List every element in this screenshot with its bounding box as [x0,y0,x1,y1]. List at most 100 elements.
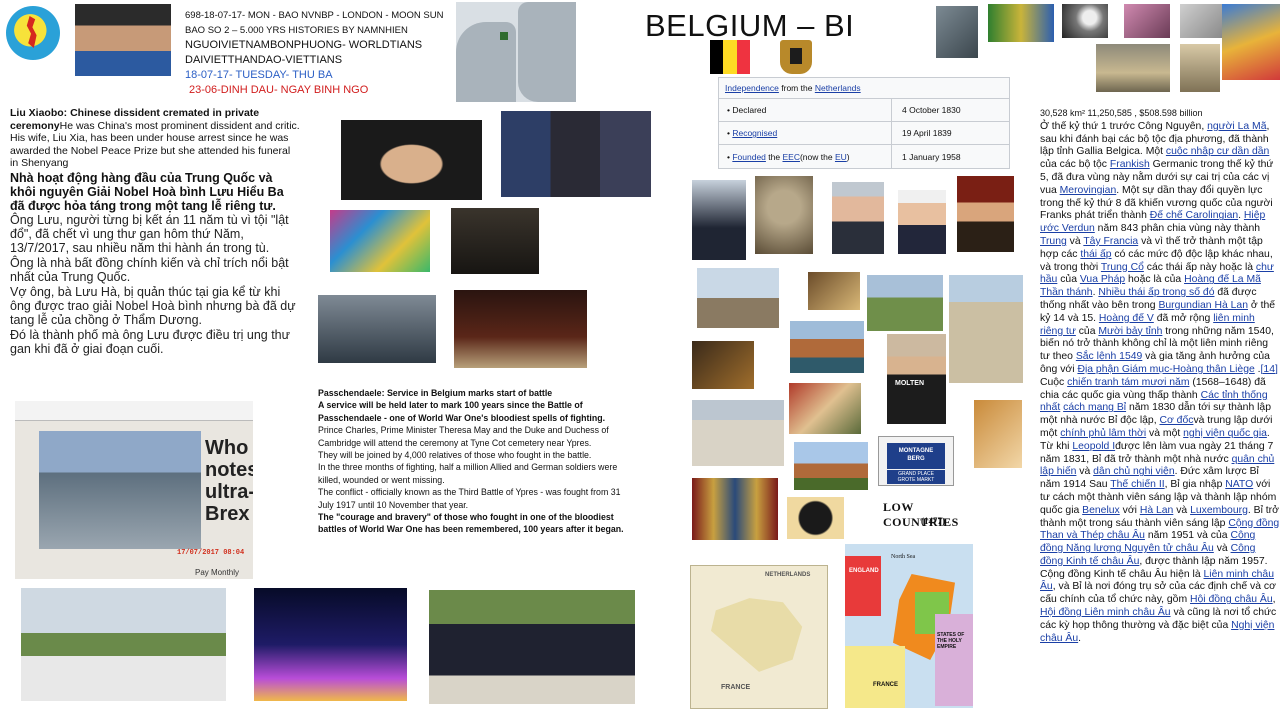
palace-photo [692,400,784,466]
wiki-link[interactable]: nghị viện quốc gia [1183,428,1267,439]
eu-link[interactable]: EU [835,152,847,162]
text-run: các thái ấp này hoặc là [1143,261,1256,273]
wiki-link[interactable]: Luxembourg [1190,505,1248,516]
liu-paragraph: His wife, Liu Xia, has been under house … [10,132,291,169]
cloth-hall-night-photo [254,588,407,701]
wiki-link[interactable]: Hoàng đế V [1099,313,1154,324]
sky-thumb [1062,4,1108,38]
wiki-link[interactable]: [14] [1261,364,1278,375]
text-run: hoặc là của [1125,274,1185,286]
eec-link[interactable]: EEC [782,152,799,162]
politician-photo [832,182,884,254]
wiki-link[interactable]: Benelux [1082,505,1120,516]
protest-photo [330,210,430,272]
wiki-link[interactable]: Thế chiến II [1110,479,1164,490]
pass-paragraph: Prince Charles, Prime Minister Theresa M… [318,425,609,448]
newspaper-photo: Who notes ultra- Brex 17/07/2017 08:04 P… [15,401,253,579]
king-photo [692,180,746,260]
text-run: và [1173,504,1191,516]
pass-paragraph: They will be joined by 4,000 relatives o… [318,450,592,461]
wiki-link[interactable]: NATO [1225,479,1253,490]
painting-portrait [957,176,1014,252]
landscape-photo [867,275,943,331]
weather-map-thumb [1222,4,1280,80]
liu-vn-headline: Nhà hoạt động hàng đầu của Trung Quốc và… [10,170,284,213]
jersey-text: MOLTEN [895,380,925,387]
city-skyline-photo [697,268,779,328]
logo [6,6,60,60]
passchendaele-article: Passchendaele: Service in Belgium marks … [318,387,636,536]
text-run: đã mở rộng [1153,312,1214,324]
wiki-link[interactable]: Hội đồng châu Âu [1190,594,1273,605]
text-run: năm 1951 và của [1144,530,1231,542]
text-run: . [1078,632,1082,644]
wiki-link[interactable]: Hội đồng Liên minh châu Âu [1040,607,1171,618]
country-stats: 30,528 km² 11,250,585 , $508.598 billion [1040,108,1203,118]
founded-link[interactable]: Founded [732,152,766,162]
wiki-link[interactable]: Địa phận Giám mục-Hoàng thân Liège [1077,364,1254,375]
prime-minister-photo [898,190,946,254]
ad-caption: Pay Monthly [195,568,240,577]
wiki-link[interactable]: Merovingian [1060,185,1117,196]
wiki-link[interactable]: Trung Cổ [1101,262,1144,273]
liu-vn-paragraph: Ông là nhà bất đồng chính kiến và chỉ tr… [10,255,289,285]
header-line-3: NGUOIVIETNAMBONPHUONG- WORLDTIANS [185,39,423,51]
wiki-link[interactable]: người La Mã [1207,121,1266,132]
header-block: 698-18-07-17- MON - BAO NVNBP - LONDON -… [185,8,444,98]
wiki-link[interactable]: cuộc nhập cư dần dần [1166,146,1269,157]
text-run: của [1057,274,1080,286]
pass-closing: The "courage and bravery" of those who f… [318,512,624,535]
independence-table: Independence from the Netherlands • Decl… [718,77,1010,169]
wiki-link[interactable]: Tây Francia [1083,236,1138,247]
wiki-link[interactable]: Vua Pháp [1080,274,1125,285]
royal-ceremony-photo [429,590,635,704]
liu-vn-paragraph: Ông Lưu, người từng bị kết án 11 năm tù … [10,212,289,256]
wiki-link[interactable]: thái ấp [1080,249,1111,260]
page-title: BELGIUM – BI [645,8,855,43]
street-sign: MONTAGNE BERG GRAND PLACE GROTE MARKT [878,436,954,486]
wiki-link[interactable]: Sắc lệnh 1549 [1076,351,1142,362]
wiki-link[interactable]: Trung [1040,236,1067,247]
wiki-link[interactable]: Frankish [1110,159,1150,170]
historical-portrait [755,176,813,254]
wiki-link[interactable]: Nhiều thái ấp trong số đó [1098,287,1214,298]
independence-caption: Independence from the Netherlands [719,78,1009,99]
header-line-1: 698-18-07-17- MON - BAO NVNBP - LONDON -… [185,10,444,21]
text-run: và [1213,543,1231,555]
wiki-link[interactable]: dân chủ nghị viện [1093,466,1174,477]
map-year: (1477) [921,516,945,526]
funeral-photo [451,208,539,274]
header-date-vn: 23-06-DINH DAU- NGAY BINH NGO [189,84,369,96]
wiki-link[interactable]: chính phủ lâm thời [1060,428,1146,439]
text-run: và [1066,235,1084,247]
photo-thumb [1180,4,1222,38]
recognised-link[interactable]: Recognised [732,128,777,138]
wiki-link[interactable]: Mười bảy tỉnh [1098,326,1162,337]
photo-thumb [1124,4,1170,38]
painting-thumb [808,272,860,310]
header-date-en: 18-07-17- TUESDAY- THU BA [185,69,333,81]
castle-photo [794,442,868,490]
table-row: • Declared 4 October 1830 [719,99,1009,122]
text-run: năm 843 phân chia vùng này thành [1094,223,1261,235]
wiki-link[interactable]: Burgundian Hà Lan [1158,300,1248,311]
wiki-link[interactable]: Cơ đốc [1159,415,1193,426]
header-line-2: BAO SO 2 – 5.000 YRS HISTORIES BY NAMNHI… [185,25,408,36]
photo-thumb [936,6,978,58]
coat-of-arms [780,40,812,74]
author-portrait [75,4,171,76]
table-row: • Founded the EEC (now the EU) 1 January … [719,145,1009,168]
wiki-link[interactable]: Đế chế Carolingian [1150,210,1238,221]
wiki-link[interactable]: Hà Lan [1140,505,1174,516]
wiki-link[interactable]: cách mạng Bỉ [1063,402,1126,413]
text-run: Ở thế kỷ thứ 1 trước Công Nguyên, [1040,120,1208,132]
wiki-link[interactable]: Leopold I [1072,441,1115,452]
liu-portrait-photo [341,120,482,200]
wiki-link[interactable]: chiến tranh tám mươi năm [1067,377,1189,388]
netherlands-link[interactable]: Netherlands [815,83,861,93]
cathedral-photo [949,275,1023,383]
header-line-4: DAIVIETTHANDAO-VIETTIANS [185,54,343,66]
belgium-history-text: 30,528 km² 11,250,585 , $508.598 billion… [1040,107,1280,672]
text-run: , [1272,594,1276,606]
independence-link[interactable]: Independence [725,83,779,93]
